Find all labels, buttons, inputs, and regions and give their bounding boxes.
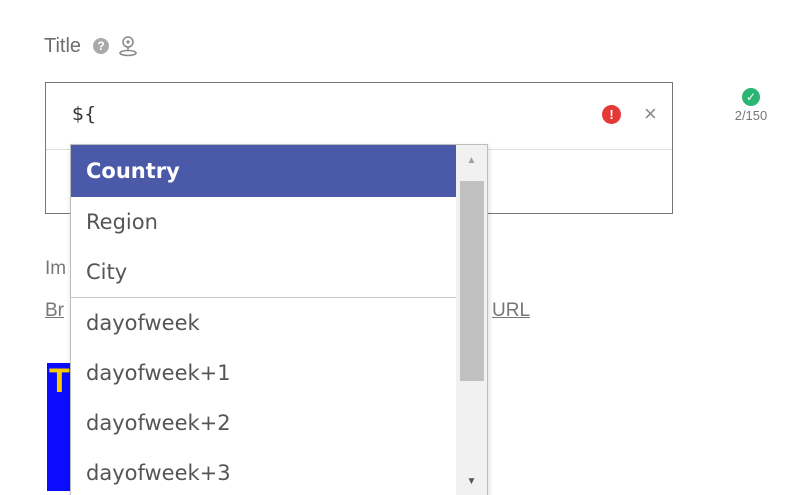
title-label-row: Title ? [44, 34, 139, 58]
location-pin-icon[interactable] [117, 34, 139, 58]
dropdown-list: Country Region City dayofweek dayofweek+… [71, 145, 456, 495]
counter-text: 2/150 [734, 108, 768, 123]
image-section-label: Im [45, 258, 67, 279]
editor-page: Title ? ${ ! × ✓ 2/150 Im Br URL T Count… [0, 0, 790, 495]
scrollbar-thumb[interactable] [460, 181, 484, 381]
scroll-down-icon[interactable]: ▼ [456, 466, 487, 495]
dropdown-item-dayofweek-3[interactable]: dayofweek+3 [71, 448, 456, 495]
dropdown-item-dayofweek-1[interactable]: dayofweek+1 [71, 348, 456, 398]
dropdown-item-dayofweek-2[interactable]: dayofweek+2 [71, 398, 456, 448]
url-link[interactable]: URL [492, 300, 530, 322]
check-icon: ✓ [742, 88, 760, 106]
dropdown-scrollbar[interactable]: ▲ ▼ [456, 145, 487, 495]
dropdown-item-city[interactable]: City [71, 247, 456, 297]
image-thumbnail-letter: T [49, 362, 70, 400]
close-icon[interactable]: × [644, 101, 657, 127]
character-counter: ✓ 2/150 [716, 88, 786, 123]
title-label: Title [44, 34, 82, 57]
dropdown-item-region[interactable]: Region [71, 197, 456, 247]
title-input-row[interactable]: ${ ! × [46, 83, 672, 150]
scroll-up-icon[interactable]: ▲ [456, 145, 487, 175]
help-icon[interactable]: ? [93, 38, 110, 54]
variable-dropdown[interactable]: Country Region City dayofweek dayofweek+… [70, 144, 488, 495]
browse-link[interactable]: Br [45, 300, 64, 322]
title-input[interactable]: ${ [72, 103, 96, 125]
dropdown-item-dayofweek[interactable]: dayofweek [71, 298, 456, 348]
dropdown-item-country[interactable]: Country [71, 145, 456, 197]
error-icon: ! [602, 105, 621, 124]
